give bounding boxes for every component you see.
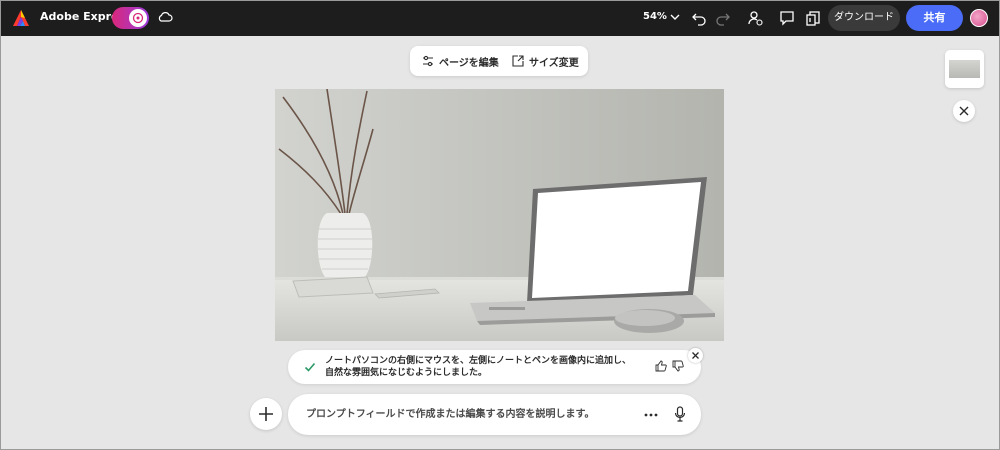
thumbnail-image — [949, 60, 980, 78]
adobe-express-logo[interactable] — [11, 8, 31, 28]
comment-icon[interactable] — [778, 9, 796, 27]
generative-ai-toggle[interactable] — [112, 7, 149, 29]
result-message: ノートパソコンの右側にマウスを、左側にノートとペンを画像内に追加し、 自然な雰囲… — [288, 350, 701, 384]
close-icon — [959, 106, 969, 116]
top-bar: Adobe Express 54% ダウンロード 共有 — [0, 0, 1000, 36]
pages-icon[interactable] — [804, 9, 822, 27]
thumbs-up-icon[interactable] — [655, 360, 667, 372]
undo-icon[interactable] — [690, 9, 708, 27]
sliders-icon — [423, 55, 433, 67]
share-button[interactable]: 共有 — [906, 5, 963, 31]
result-text: ノートパソコンの右側にマウスを、左側にノートとペンを画像内に追加し、 自然な雰囲… — [325, 355, 632, 379]
checkmark-icon — [304, 362, 316, 372]
chevron-down-icon[interactable] — [669, 12, 681, 22]
result-close-button[interactable] — [688, 348, 703, 363]
close-panel-button[interactable] — [953, 100, 975, 122]
resize-icon — [512, 55, 524, 67]
close-icon — [692, 352, 699, 359]
result-line-1: ノートパソコンの右側にマウスを、左側にノートとペンを画像内に追加し、 — [325, 356, 632, 366]
redo-icon[interactable] — [714, 9, 732, 27]
page-thumbnail[interactable] — [945, 50, 984, 88]
edit-page-button[interactable]: ページを編集 — [422, 46, 499, 76]
avatar[interactable] — [970, 9, 988, 27]
more-icon[interactable] — [644, 413, 658, 417]
result-line-2: 自然な雰囲気になじむようにしました。 — [325, 368, 488, 378]
download-button[interactable]: ダウンロード — [828, 5, 900, 31]
thumbs-down-icon[interactable] — [672, 360, 684, 372]
cloud-icon[interactable] — [157, 10, 173, 24]
plus-icon — [259, 407, 273, 421]
person-icon[interactable] — [746, 9, 764, 27]
edit-page-label: ページを編集 — [439, 57, 499, 69]
prompt-input[interactable] — [306, 394, 636, 435]
microphone-icon[interactable] — [674, 406, 686, 422]
canvas-image[interactable] — [275, 89, 724, 341]
page-toolbar: ページを編集 サイズ変更 — [410, 46, 588, 76]
add-button[interactable] — [250, 398, 282, 430]
resize-button[interactable]: サイズ変更 — [512, 46, 579, 76]
zoom-level[interactable]: 54% — [643, 11, 667, 22]
prompt-bar — [288, 394, 701, 435]
resize-label: サイズ変更 — [529, 57, 579, 69]
magic-icon — [129, 9, 147, 27]
